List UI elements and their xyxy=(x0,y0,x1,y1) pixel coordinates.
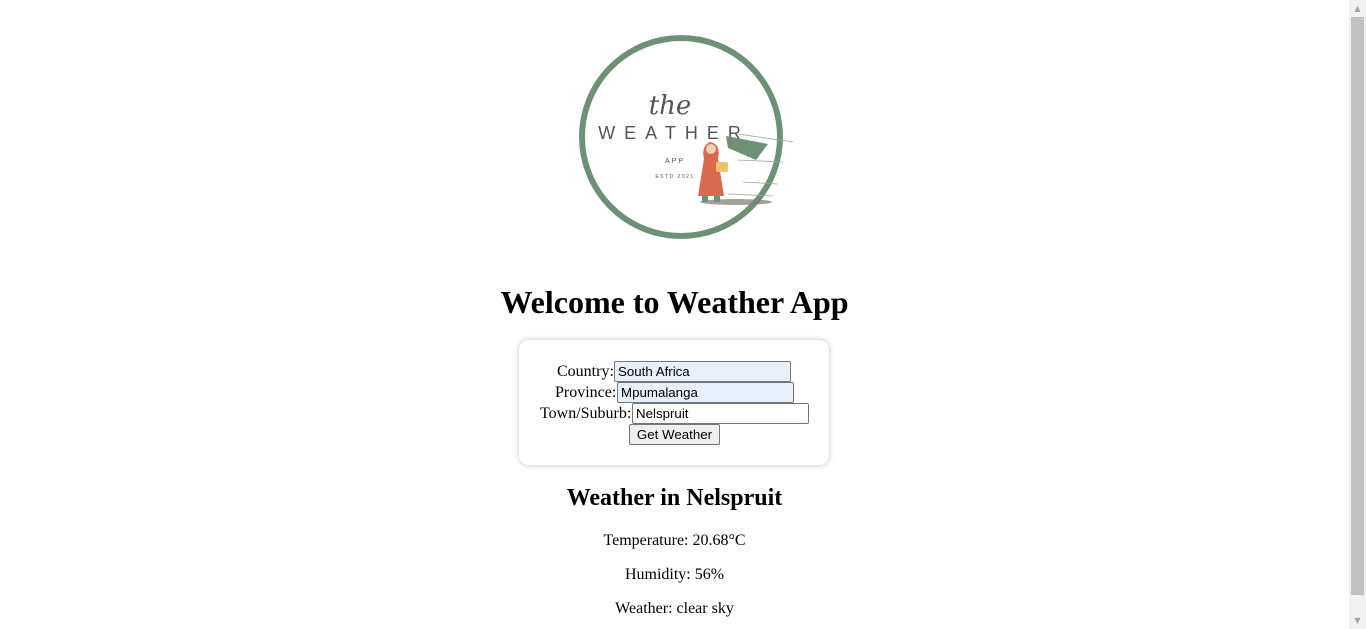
weather-description-text: Weather: clear sky xyxy=(615,600,734,617)
province-input[interactable] xyxy=(617,382,794,403)
province-row: Province: xyxy=(519,382,829,403)
province-label: Province: xyxy=(555,384,617,401)
scroll-thumb[interactable] xyxy=(1351,17,1364,595)
town-row: Town/Suburb: xyxy=(519,403,829,424)
vertical-scrollbar[interactable]: ▲ ▼ xyxy=(1349,0,1366,629)
country-label: Country: xyxy=(557,363,614,380)
scroll-down-icon[interactable]: ▼ xyxy=(1349,612,1366,629)
weather-form: Country: Province: Town/Suburb: Get Weat… xyxy=(519,340,829,465)
weather-app-page: the WEATHER APP ESTD 2021 Welcome to Wea… xyxy=(0,0,1349,629)
result-heading: Weather in Nelspruit xyxy=(566,485,783,511)
country-input[interactable] xyxy=(614,361,791,382)
logo-word-app: APP xyxy=(665,158,685,165)
scroll-up-icon[interactable]: ▲ xyxy=(1349,0,1366,17)
logo-word-estd: ESTD 2021 xyxy=(655,174,694,180)
town-input[interactable] xyxy=(632,403,809,424)
get-weather-button[interactable]: Get Weather xyxy=(629,424,720,445)
town-label: Town/Suburb: xyxy=(540,405,632,422)
temperature-text: Temperature: 20.68°C xyxy=(603,532,746,549)
logo-word-the: the xyxy=(649,91,692,121)
country-row: Country: xyxy=(519,361,829,382)
weather-app-logo: the WEATHER APP ESTD 2021 xyxy=(579,35,794,239)
humidity-text: Humidity: 56% xyxy=(624,566,725,583)
page-title: Welcome to Weather App xyxy=(500,284,849,320)
